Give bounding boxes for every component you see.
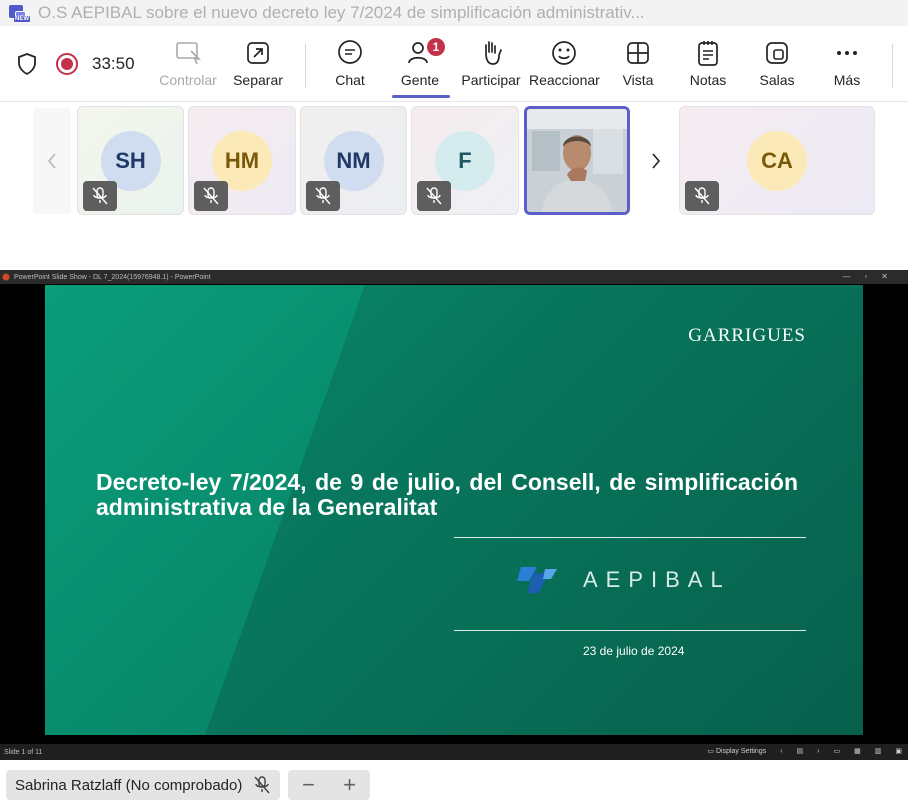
rooms-button[interactable]: Salas bbox=[748, 38, 806, 98]
meeting-timer: 33:50 bbox=[92, 54, 135, 73]
participant-tile-hm[interactable]: HM bbox=[188, 106, 296, 215]
mic-off-icon bbox=[254, 776, 270, 794]
display-settings-button[interactable]: ▭ Display Settings bbox=[707, 747, 766, 755]
participant-video bbox=[527, 109, 627, 212]
shield-icon[interactable] bbox=[14, 51, 40, 77]
presenter-label: Sabrina Ratzlaff (No comprobado) bbox=[6, 770, 281, 800]
chat-button[interactable]: Chat bbox=[320, 38, 380, 98]
next-page-button[interactable] bbox=[637, 108, 675, 214]
slide-sorter-button[interactable]: ▦ bbox=[854, 747, 861, 755]
presentation-slide: GARRIGUES Decreto-ley 7/2024, de 9 de ju… bbox=[45, 285, 863, 735]
teams-icon: NEW bbox=[6, 3, 30, 23]
notes-button[interactable]: Notas bbox=[679, 38, 737, 98]
chat-icon bbox=[320, 38, 380, 68]
recording-icon bbox=[56, 53, 78, 75]
title-bar: NEW O.S AEPIBAL sobre el nuevo decreto l… bbox=[0, 0, 908, 26]
chevron-right-icon bbox=[652, 153, 661, 169]
pop-out-button[interactable]: Separar bbox=[228, 38, 288, 98]
toolbar-divider bbox=[892, 44, 893, 88]
participant-strip: SH HM NM F CA bbox=[0, 102, 908, 270]
window-title: O.S AEPIBAL sobre el nuevo decreto ley 7… bbox=[38, 3, 645, 22]
rooms-icon bbox=[748, 38, 806, 68]
aepibal-wordmark: AEPIBAL bbox=[583, 567, 731, 592]
mic-off-icon bbox=[306, 181, 340, 211]
next-slide-button[interactable]: › bbox=[817, 748, 819, 755]
meeting-toolbar: 33:50 Controlar Separar Chat Gente 1 Par… bbox=[0, 26, 908, 102]
participant-video-tile[interactable] bbox=[524, 106, 630, 215]
slideshow-status-bar: Slide 1 of 11 ▭ Display Settings ‹ ▤ › ▭… bbox=[0, 744, 908, 760]
window-controls: —▫✕ bbox=[842, 272, 902, 281]
people-notification-badge: 1 bbox=[427, 38, 445, 56]
zoom-in-button[interactable]: + bbox=[343, 772, 356, 798]
divider-line bbox=[454, 630, 806, 631]
avatar: CA bbox=[747, 131, 807, 191]
powerpoint-title-bar: PowerPoint Slide Show - DL 7_2024(159769… bbox=[0, 270, 908, 284]
smile-icon bbox=[529, 38, 599, 68]
react-button[interactable]: Reaccionar bbox=[529, 38, 600, 98]
raise-hand-icon bbox=[459, 38, 523, 68]
presenter-bar: Sabrina Ratzlaff (No comprobado) − + bbox=[0, 760, 908, 800]
normal-view-button[interactable]: ▭ bbox=[834, 747, 841, 755]
chevron-left-icon bbox=[47, 153, 56, 169]
control-button[interactable]: Controlar bbox=[158, 38, 218, 98]
view-button[interactable]: Vista bbox=[609, 38, 667, 98]
slide-counter: Slide 1 of 11 bbox=[4, 748, 43, 756]
slide-date: 23 de julio de 2024 bbox=[583, 644, 685, 658]
previous-slide-button[interactable]: ‹ bbox=[780, 748, 782, 755]
previous-page-button[interactable] bbox=[33, 108, 71, 214]
powerpoint-icon bbox=[2, 273, 10, 281]
mic-off-icon bbox=[417, 181, 451, 211]
participant-tile-nm[interactable]: NM bbox=[300, 106, 407, 215]
reading-view-button[interactable]: ▥ bbox=[875, 747, 882, 755]
shared-screen: PowerPoint Slide Show - DL 7_2024(159769… bbox=[0, 270, 908, 760]
aepibal-logo-icon bbox=[517, 567, 557, 593]
more-button[interactable]: Más bbox=[818, 38, 876, 98]
participant-tile-f[interactable]: F bbox=[411, 106, 519, 215]
mic-off-icon bbox=[83, 181, 117, 211]
slide-title: Decreto-ley 7/2024, de 9 de julio, del C… bbox=[96, 469, 798, 520]
more-icon bbox=[818, 38, 876, 68]
slide-menu-button[interactable]: ▤ bbox=[797, 747, 804, 755]
grid-view-icon bbox=[609, 38, 667, 68]
zoom-out-button[interactable]: − bbox=[302, 772, 315, 798]
zoom-controls: − + bbox=[288, 770, 370, 800]
share-control-icon bbox=[158, 38, 218, 68]
participant-tile-ca[interactable]: CA bbox=[679, 106, 875, 215]
toolbar-divider bbox=[305, 44, 306, 88]
notes-icon bbox=[679, 38, 737, 68]
garrigues-logo: GARRIGUES bbox=[688, 325, 806, 346]
presenter-name: Sabrina Ratzlaff (No comprobado) bbox=[15, 776, 243, 794]
pop-out-icon bbox=[228, 38, 288, 68]
mic-off-icon bbox=[194, 181, 228, 211]
active-tab-indicator bbox=[392, 95, 450, 98]
participant-tile-sh[interactable]: SH bbox=[77, 106, 184, 215]
presenter-view-button[interactable]: ▣ bbox=[895, 747, 902, 755]
mic-off-icon bbox=[685, 181, 719, 211]
divider-line bbox=[454, 537, 806, 538]
raise-hand-button[interactable]: Participar bbox=[459, 38, 523, 98]
